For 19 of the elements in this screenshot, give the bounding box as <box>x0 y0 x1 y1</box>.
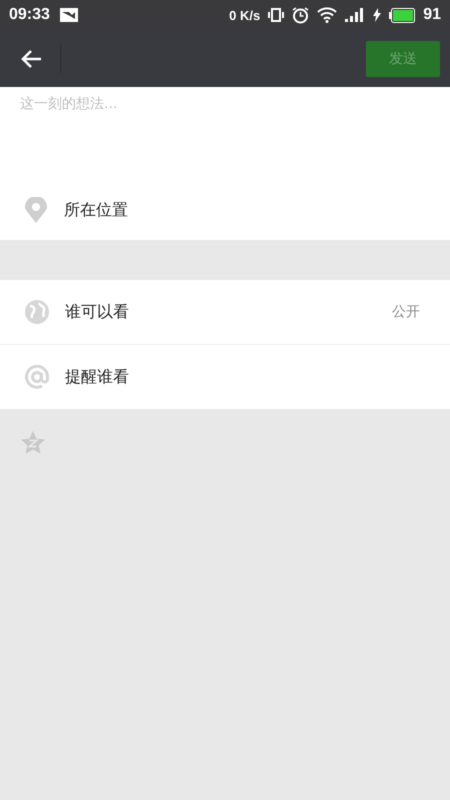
mention-label[interactable]: 提醒谁看 <box>65 366 129 388</box>
location-pin-icon <box>25 197 47 223</box>
location-label[interactable]: 所在位置 <box>64 200 128 220</box>
star-icon[interactable] <box>21 431 45 454</box>
vibrate-icon <box>268 8 284 22</box>
charging-icon <box>373 8 382 22</box>
back-icon[interactable] <box>20 48 42 68</box>
at-sign-icon <box>25 365 49 389</box>
visibility-label[interactable]: 谁可以看 <box>65 302 129 322</box>
battery-icon <box>389 8 416 22</box>
signal-icon <box>345 8 366 22</box>
globe-icon <box>25 300 49 324</box>
visibility-value: 公开 <box>392 303 420 321</box>
image-icon <box>60 8 78 22</box>
alarm-icon <box>292 6 310 24</box>
battery-percent: 91 <box>423 6 441 24</box>
wifi-icon <box>317 7 338 23</box>
network-speed: 0 K/s <box>229 8 260 22</box>
status-time: 09:33 <box>9 6 50 24</box>
